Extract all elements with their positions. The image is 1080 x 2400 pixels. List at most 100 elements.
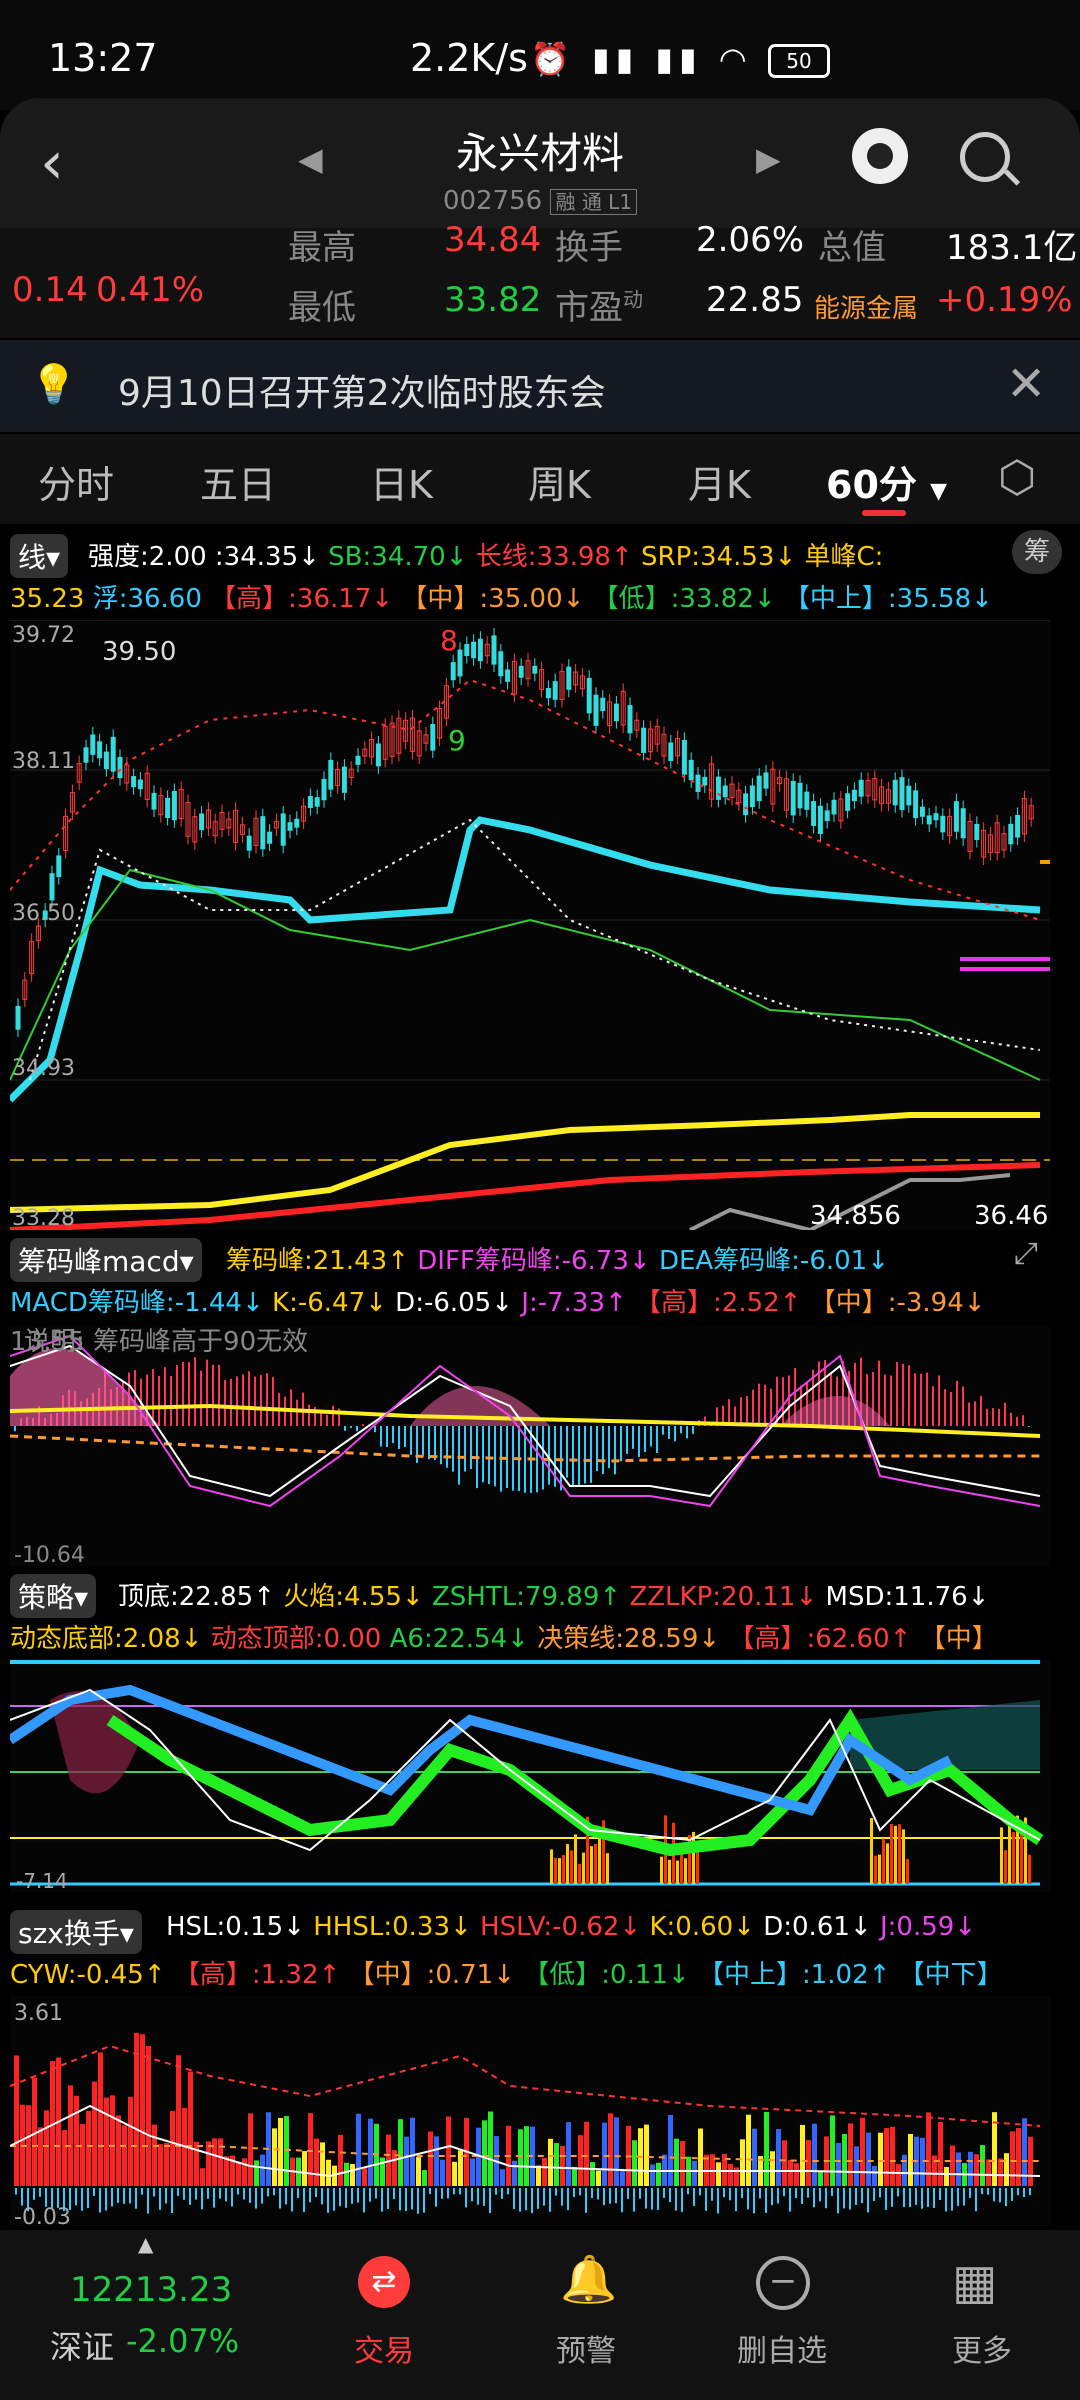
strategy-selector[interactable]: 策略▾ xyxy=(10,1574,97,1618)
turnover-tick xyxy=(993,2188,995,2202)
candle-body xyxy=(641,727,647,753)
macd-bar xyxy=(950,1392,952,1426)
turnover-tick xyxy=(621,2188,623,2213)
tab-day-k[interactable]: 日K xyxy=(370,454,433,509)
bell-icon[interactable]: 🔔 xyxy=(560,2252,617,2307)
candle-body xyxy=(586,677,592,714)
flames-group xyxy=(550,1815,1031,1884)
turnover-tick xyxy=(627,2188,629,2199)
turnover-selector[interactable]: szx换手▾ xyxy=(10,1910,142,1954)
turnover-bar xyxy=(260,2154,265,2186)
turnover-tick xyxy=(735,2188,737,2212)
turnover-tick xyxy=(195,2188,197,2200)
indicator-value: 35.23 xyxy=(10,584,93,614)
notice-text[interactable]: 9月10日召开第2次临时股东会 xyxy=(118,364,606,416)
candle-body xyxy=(165,797,171,819)
macd-chart[interactable]: 13.55 说明: 筹码峰高于90无效 -10.64 xyxy=(9,1326,1050,1568)
line-selector[interactable]: 线▾ xyxy=(10,534,69,578)
close-icon[interactable]: ✕ xyxy=(1006,356,1046,412)
turnover-indicator-line2: CYW:-0.45↑ 【高】:1.32↑ 【中】:0.71↓ 【低】:0.11↓… xyxy=(10,1954,1003,1991)
candle-body xyxy=(688,759,694,781)
flame-bar xyxy=(1028,1854,1031,1884)
macd-bar xyxy=(404,1426,406,1447)
candle-body xyxy=(702,776,708,786)
nav-remove-watchlist[interactable]: 删自选 xyxy=(702,2326,862,2370)
nav-alert[interactable]: 预警 xyxy=(506,2326,666,2370)
indicator-value: 决策线:28.59↓ xyxy=(537,1624,729,1654)
trade-icon[interactable]: ⇄ xyxy=(358,2256,410,2308)
notice-bar[interactable]: 💡 9月10日召开第2次临时股东会 ✕ xyxy=(0,340,1080,432)
macd-bar xyxy=(566,1426,568,1478)
candle-body xyxy=(430,724,436,751)
signal-9-marker: 9 xyxy=(448,724,466,757)
turnover-tick xyxy=(111,2188,113,2207)
index-value[interactable]: 12213.23 xyxy=(70,2270,232,2310)
indicator-value: 【中上】:35.58↓ xyxy=(783,584,993,614)
tab-60min[interactable]: 60分 ▼ xyxy=(826,454,947,509)
candle-body xyxy=(505,669,511,682)
flame-bar xyxy=(594,1843,597,1884)
macd-bar xyxy=(572,1426,574,1487)
turnover-bar xyxy=(656,2162,661,2186)
tab-five-day[interactable]: 五日 xyxy=(200,454,276,509)
strategy-chart[interactable]: -7.14 xyxy=(7,1660,1050,1893)
main-indicator-line1: 强度:2.00 :34.35↓ SB:34.70↓ 长线:33.98↑ SRP:… xyxy=(88,536,883,573)
nav-more[interactable]: 更多 xyxy=(902,2326,1062,2370)
expand-icon[interactable]: ⤢ xyxy=(1014,1236,1038,1271)
turnover-tick xyxy=(93,2188,95,2196)
macd-selector[interactable]: 筹码峰macd▾ xyxy=(10,1238,202,1282)
chip-button[interactable]: 筹 xyxy=(1012,530,1062,574)
assistant-robot-icon[interactable] xyxy=(852,128,908,184)
settings-hexagon-icon[interactable]: ⬡ xyxy=(998,452,1036,503)
indicator-value: :34.35↓ xyxy=(214,542,329,572)
candle-body xyxy=(613,703,619,722)
turnover-tick xyxy=(909,2188,911,2208)
candle-body xyxy=(933,813,939,821)
next-stock-icon[interactable]: ▶ xyxy=(756,140,781,178)
turnover-value: 2.06% xyxy=(696,220,805,260)
turnover-tick xyxy=(459,2188,461,2195)
turnover-tick xyxy=(147,2188,149,2214)
candlestick-svg: 39.72 38.11 36.50 34.93 33.28 39.50 8 9 … xyxy=(7,619,1065,1233)
turnover-bar xyxy=(578,2135,583,2186)
macd-bar xyxy=(584,1426,586,1484)
macd-bar xyxy=(248,1371,250,1426)
turnover-tick xyxy=(693,2188,695,2206)
turnover-tick xyxy=(153,2188,155,2197)
turnover-chart[interactable]: 3.61 -0.03 xyxy=(9,1996,1050,2230)
nav-trade[interactable]: 交易 xyxy=(304,2326,464,2370)
turnover-bar xyxy=(794,2163,799,2186)
turnover-tick xyxy=(615,2188,617,2204)
candle-body xyxy=(464,643,470,657)
turnover-tick xyxy=(141,2188,143,2195)
sector-name[interactable]: 能源金属 xyxy=(814,288,918,325)
remove-watchlist-icon[interactable]: − xyxy=(756,2256,810,2310)
turnover-bar xyxy=(728,2163,733,2186)
tab-intraday[interactable]: 分时 xyxy=(38,454,114,509)
search-icon[interactable] xyxy=(960,132,1010,182)
turnover-tick xyxy=(507,2188,509,2195)
flame-bar xyxy=(890,1823,893,1884)
status-bar: 13:27 2.2K/s ⏰ ▮▮ ▮▮ ◠ 50 xyxy=(0,0,1080,110)
turnover-bar xyxy=(488,2111,493,2186)
candle-body xyxy=(913,790,919,819)
turnover-tick xyxy=(207,2188,209,2199)
tab-month-k[interactable]: 月K xyxy=(688,454,751,509)
turnover-tick xyxy=(393,2188,395,2200)
turnover-tick xyxy=(789,2188,791,2212)
turnover-bar xyxy=(116,2115,121,2186)
turnover-bar xyxy=(620,2169,625,2186)
indicator-value: 【中】 xyxy=(919,1624,998,1654)
up-caret-icon[interactable]: ▲ xyxy=(138,2232,153,2256)
tab-week-k[interactable]: 周K xyxy=(528,454,591,509)
turnover-tick xyxy=(243,2188,245,2200)
grid-more-icon[interactable]: ▦ xyxy=(952,2254,997,2310)
macd-bar xyxy=(608,1426,610,1469)
flame-bar xyxy=(874,1855,877,1884)
candlestick-chart[interactable]: 39.72 38.11 36.50 34.93 33.28 39.50 8 9 … xyxy=(7,619,1065,1233)
candle-body xyxy=(756,775,762,802)
flame-bar xyxy=(676,1860,679,1884)
candle-body xyxy=(743,793,749,816)
magenta-marker xyxy=(960,957,1050,961)
turnover-tick xyxy=(201,2188,203,2210)
